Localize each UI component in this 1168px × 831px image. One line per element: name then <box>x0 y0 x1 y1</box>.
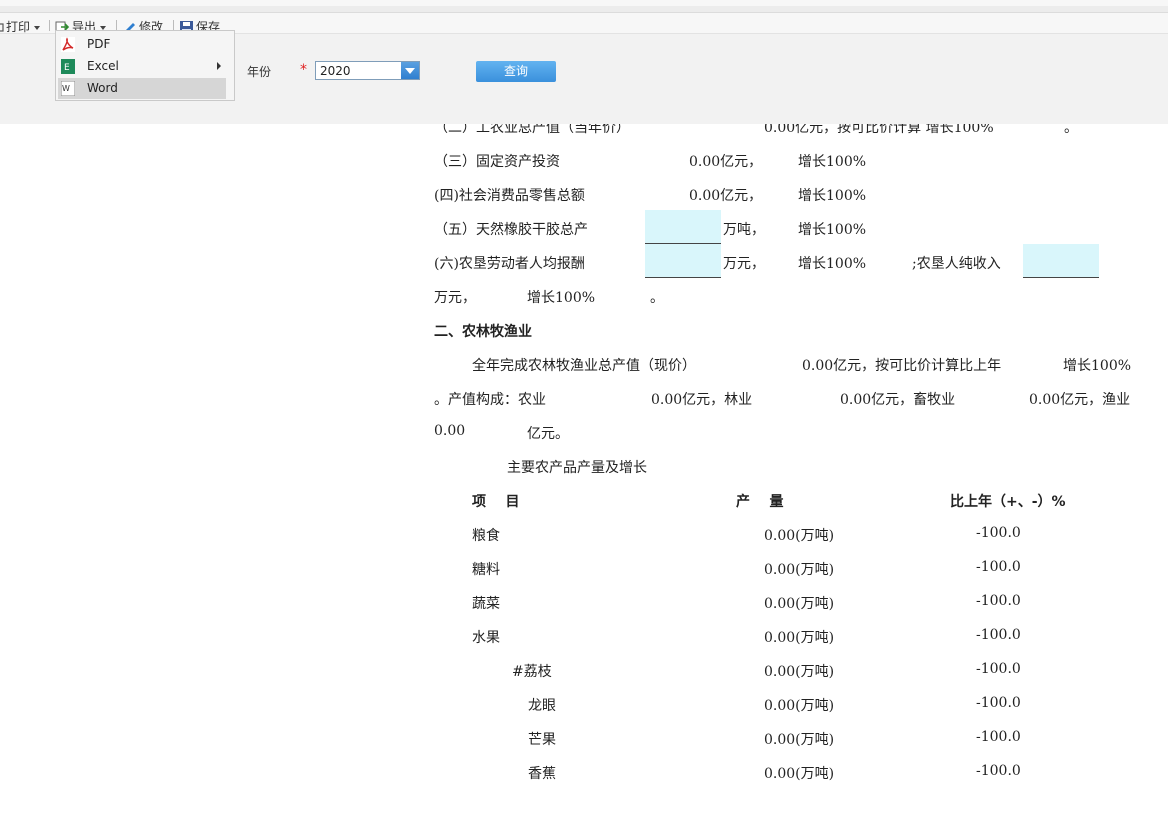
table-row-change: -100.0 <box>976 525 1021 541</box>
chevron-down-icon[interactable] <box>401 62 419 79</box>
report-line-4-unit: 万吨， <box>723 222 765 238</box>
table-row-name: 粮食 <box>472 528 500 544</box>
para-2-b: 0.00亿元，林业 <box>651 392 753 408</box>
report-line-4-growth: 增长100% <box>798 222 867 238</box>
table-header-output: 产 量 <box>736 494 784 510</box>
report-line-4: （五）天然橡胶干胶总产 <box>434 222 588 238</box>
year-select[interactable]: 2020 <box>315 61 420 80</box>
para-1-b: 0.00亿元，按可比价计算比上年 <box>802 358 1002 374</box>
table-row-name: 糖料 <box>472 562 500 578</box>
table-row-output: 0.00(万吨) <box>764 630 835 646</box>
print-label: 打印 <box>6 20 31 34</box>
table-row-output: 0.00(万吨) <box>764 732 835 748</box>
export-menu-label: Word <box>87 81 118 95</box>
para-1-c: 增长100% <box>1063 358 1132 374</box>
para-3-a: 0.00 <box>434 423 466 439</box>
report-line-5-growth: 增长100% <box>798 256 867 272</box>
export-menu-label: PDF <box>87 37 111 51</box>
print-button[interactable]: 打印 <box>0 18 41 35</box>
report-line-3-value: 0.00亿元， <box>689 188 763 204</box>
report-line-5: (六)农垦劳动者人均报酬 <box>434 256 585 272</box>
table-header-change: 比上年（+、-）% <box>950 494 1066 510</box>
report-line-2-value: 0.00亿元， <box>689 154 763 170</box>
table-row-output: 0.00(万吨) <box>764 698 835 714</box>
table-row-name: #荔枝 <box>512 664 552 680</box>
para-1-a: 全年完成农林牧渔业总产值（现价） <box>472 358 696 374</box>
export-menu-label: Excel <box>87 59 119 73</box>
submenu-arrow-icon <box>217 62 221 70</box>
report-line-2: （三）固定资产投资 <box>434 154 560 170</box>
table-row-change: -100.0 <box>976 729 1021 745</box>
table-header-item: 项 目 <box>472 494 520 510</box>
report-line-5-unit: 万元， <box>723 256 765 272</box>
year-select-value: 2020 <box>320 64 351 78</box>
para-2-a: 。产值构成：农业 <box>434 392 546 408</box>
report-line-6-end: 。 <box>650 290 664 306</box>
toolbar: 打印 导出 修改 保存 <box>0 0 1168 35</box>
excel-icon: E <box>61 59 75 74</box>
table-row-output: 0.00(万吨) <box>764 664 835 680</box>
report-line-6-growth: 增长100% <box>527 290 596 306</box>
year-label: 年份 <box>247 65 272 79</box>
table-title: 主要农产品产量及增长 <box>507 460 647 476</box>
table-row-name: 蔬菜 <box>472 596 500 612</box>
export-menu-item-word[interactable]: W Word <box>58 78 226 99</box>
pdf-icon <box>61 37 75 52</box>
table-row-name: 芒果 <box>528 732 556 748</box>
report-document: （二）工农业总产值（当年价） 0.00亿元，按可比价计算 增长100% 。 （三… <box>0 0 1168 831</box>
worker-pay-input[interactable] <box>645 244 721 278</box>
table-row-change: -100.0 <box>976 559 1021 575</box>
table-row-change: -100.0 <box>976 661 1021 677</box>
net-income-input[interactable] <box>1023 244 1099 278</box>
svg-text:W: W <box>62 84 70 93</box>
table-row-name: 香蕉 <box>528 766 556 782</box>
printer-icon <box>0 20 4 35</box>
word-icon: W <box>60 80 76 97</box>
table-row-change: -100.0 <box>976 593 1021 609</box>
export-menu-item-pdf[interactable]: PDF <box>58 34 226 55</box>
para-3-b: 亿元。 <box>527 426 569 442</box>
table-row-name: 龙眼 <box>528 698 556 714</box>
table-row-output: 0.00(万吨) <box>764 766 835 782</box>
svg-text:E: E <box>64 63 70 73</box>
report-line-5-extra: ;农垦人纯收入 <box>912 256 1001 272</box>
table-row-change: -100.0 <box>976 763 1021 779</box>
para-2-c: 0.00亿元，畜牧业 <box>840 392 956 408</box>
table-row-output: 0.00(万吨) <box>764 562 835 578</box>
table-row-change: -100.0 <box>976 627 1021 643</box>
table-row-change: -100.0 <box>976 695 1021 711</box>
table-row-output: 0.00(万吨) <box>764 528 835 544</box>
report-line-2-growth: 增长100% <box>798 154 867 170</box>
query-button[interactable]: 查询 <box>476 61 556 82</box>
section-2-title: 二、农林牧渔业 <box>434 324 532 340</box>
rubber-output-input[interactable] <box>645 210 721 244</box>
required-mark: * <box>300 62 307 78</box>
table-row-name: 水果 <box>472 630 500 646</box>
report-line-6: 万元， <box>434 290 476 306</box>
report-line-3-growth: 增长100% <box>798 188 867 204</box>
report-line-3: (四)社会消费品零售总额 <box>434 188 585 204</box>
export-menu: PDF E Excel W Word <box>55 30 235 101</box>
para-2-d: 0.00亿元，渔业 <box>1029 392 1131 408</box>
table-row-output: 0.00(万吨) <box>764 596 835 612</box>
export-menu-item-excel[interactable]: E Excel <box>58 56 226 77</box>
